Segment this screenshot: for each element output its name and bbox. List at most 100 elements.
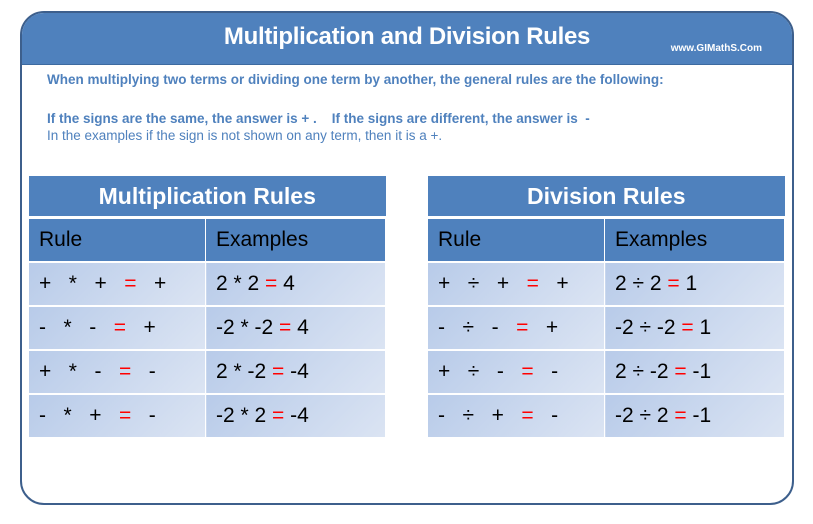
table-row: - * - = + -2 * -2 = 4 <box>29 305 386 350</box>
sign-result: - <box>148 404 156 427</box>
equals-sign: = <box>272 404 285 427</box>
table-row: + * + = +2 * 2 = 4 <box>29 261 386 306</box>
operator: * <box>68 360 77 383</box>
intro-line-note: In the examples if the sign is not shown… <box>47 128 443 143</box>
example-cell: -2 * 2 = -4 <box>205 393 386 437</box>
sign-b: + <box>94 272 107 295</box>
column-header-examples: Examples <box>604 217 785 262</box>
table-row: - ÷ - = + -2 ÷ -2 = 1 <box>428 305 785 350</box>
example-expression: 2 * 2 <box>216 272 266 295</box>
equals-sign: = <box>521 404 534 427</box>
example-cell: -2 ÷ 2 = -1 <box>604 393 785 437</box>
example-result: -4 <box>284 360 309 383</box>
operator: ÷ <box>467 272 480 295</box>
sign-b: + <box>89 404 102 427</box>
rule-cell: + ÷ - = - <box>428 349 605 394</box>
operator: ÷ <box>467 360 480 383</box>
example-expression: -2 * -2 <box>216 316 280 339</box>
example-expression: 2 * -2 <box>216 360 273 383</box>
equals-sign: = <box>674 404 687 427</box>
example-result: 4 <box>277 272 295 295</box>
rule-cell: - * + = - <box>29 393 206 437</box>
example-cell: 2 ÷ 2 = 1 <box>604 261 785 306</box>
sign-a: - <box>39 316 46 339</box>
multiplication-title: Multiplication Rules <box>29 176 386 219</box>
operator: * <box>63 316 72 339</box>
example-cell: 2 * 2 = 4 <box>205 261 386 306</box>
site-url: www.GIMathS.Com <box>670 43 762 54</box>
sign-b: + <box>491 404 504 427</box>
division-title: Division Rules <box>428 176 785 219</box>
example-cell: 2 ÷ -2 = -1 <box>604 349 785 394</box>
sign-a: + <box>39 272 52 295</box>
sign-a: - <box>438 316 445 339</box>
equals-sign: = <box>521 360 534 383</box>
sign-result: - <box>148 360 156 383</box>
division-rows: + ÷ + = +2 ÷ 2 = 1- ÷ - = + -2 ÷ -2 = 1 + … <box>428 261 785 437</box>
header-banner: Multiplication and Division Rules www.GI… <box>22 13 792 65</box>
example-result: 1 <box>693 316 712 339</box>
equals-sign: = <box>279 316 292 339</box>
column-header-rule: Rule <box>29 217 206 262</box>
example-expression: -2 ÷ -2 <box>615 316 682 339</box>
multiplication-rows: + * + = +2 * 2 = 4- * - = + -2 * -2 = 4 + … <box>29 261 386 437</box>
sign-b: - <box>94 360 102 383</box>
example-result: 4 <box>291 316 309 339</box>
example-expression: 2 ÷ 2 <box>615 272 668 295</box>
operator: * <box>63 404 72 427</box>
equals-sign: = <box>681 316 694 339</box>
intro-text: When multiplying two terms or dividing o… <box>47 72 664 143</box>
example-result: -4 <box>284 404 309 427</box>
sign-result: + <box>545 316 559 339</box>
sign-result: - <box>551 404 559 427</box>
sign-a: + <box>39 360 52 383</box>
rule-cell: + ÷ + = + <box>428 261 605 306</box>
example-expression: -2 ÷ 2 <box>615 404 675 427</box>
example-expression: 2 ÷ -2 <box>615 360 675 383</box>
rule-cell: + * + = + <box>29 261 206 306</box>
column-header-examples: Examples <box>205 217 386 262</box>
sign-result: - <box>551 360 559 383</box>
equals-sign: = <box>113 316 126 339</box>
division-rules-table: Division Rules Rule Examples + ÷ + = +2 … <box>428 176 785 437</box>
equals-sign: = <box>674 360 687 383</box>
operator: ÷ <box>462 404 475 427</box>
operator: * <box>68 272 77 295</box>
example-cell: -2 * -2 = 4 <box>205 305 386 350</box>
sign-result: + <box>556 272 569 295</box>
sign-a: + <box>438 360 451 383</box>
example-result: -1 <box>686 404 712 427</box>
sign-result: + <box>154 272 167 295</box>
table-row: + ÷ + = +2 ÷ 2 = 1 <box>428 261 785 306</box>
rule-cell: - * - = + <box>29 305 206 350</box>
table-row: - ÷ + = - -2 ÷ 2 = -1 <box>428 393 785 437</box>
equals-sign: = <box>119 404 132 427</box>
rules-card: Multiplication and Division Rules www.GI… <box>20 11 794 505</box>
sign-b: + <box>496 272 510 295</box>
example-expression: -2 * 2 <box>216 404 273 427</box>
sign-a: - <box>39 404 46 427</box>
sign-b: - <box>496 360 504 383</box>
example-cell: 2 * -2 = -4 <box>205 349 386 394</box>
intro-line-signs: If the signs are the same, the answer is… <box>47 111 590 126</box>
sign-b: - <box>89 316 97 339</box>
rule-cell: - ÷ - = + <box>428 305 605 350</box>
operator: ÷ <box>462 316 475 339</box>
equals-sign: = <box>667 272 680 295</box>
multiplication-rules-table: Multiplication Rules Rule Examples + * +… <box>29 176 386 437</box>
example-result: -1 <box>686 360 712 383</box>
intro-line-general: When multiplying two terms or dividing o… <box>47 72 664 87</box>
rule-cell: + * - = - <box>29 349 206 394</box>
sign-a: - <box>438 404 445 427</box>
equals-sign: = <box>516 316 529 339</box>
column-header-rule: Rule <box>428 217 605 262</box>
example-cell: -2 ÷ -2 = 1 <box>604 305 785 350</box>
sign-b: - <box>491 316 499 339</box>
table-row: - * + = - -2 * 2 = -4 <box>29 393 386 437</box>
example-result: 1 <box>679 272 698 295</box>
table-row: + ÷ - = -2 ÷ -2 = -1 <box>428 349 785 394</box>
sign-a: + <box>438 272 451 295</box>
equals-sign: = <box>119 360 132 383</box>
equals-sign: = <box>124 272 137 295</box>
table-row: + * - = -2 * -2 = -4 <box>29 349 386 394</box>
